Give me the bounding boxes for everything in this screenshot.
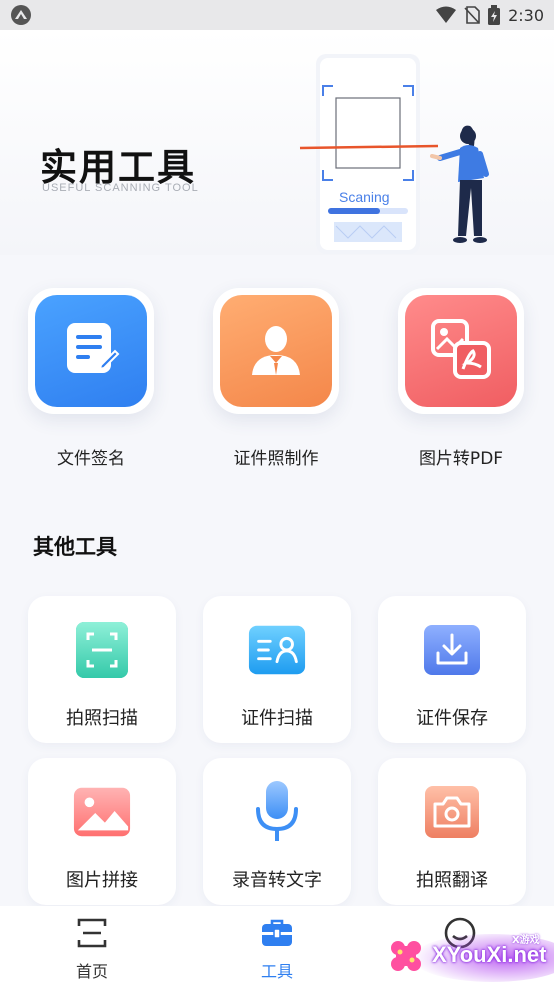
section-title: 其他工具	[33, 535, 117, 559]
feature-id-photo[interactable]: 证件照制作	[210, 288, 342, 469]
feature-file-sign[interactable]: 文件签名	[25, 288, 157, 469]
tool-id-save[interactable]: 证件保存	[378, 596, 526, 743]
nav-home[interactable]: 首页	[52, 916, 132, 982]
tool-label: 拍照翻译	[416, 870, 488, 891]
tool-label: 图片拼接	[66, 870, 138, 891]
tool-label: 证件保存	[416, 708, 488, 729]
wifi-icon	[436, 6, 457, 24]
nav-tools[interactable]: 工具	[237, 916, 317, 982]
tool-label: 录音转文字	[232, 870, 322, 891]
hero-subtitle: USEFUL SCANNING TOOL	[42, 182, 199, 194]
home-scan-icon	[75, 916, 109, 950]
nav-label: 工具	[260, 962, 293, 981]
toolbox-icon	[260, 916, 294, 950]
feature-label: 证件照制作	[233, 449, 319, 469]
tool-id-scan[interactable]: 证件扫描	[203, 596, 351, 743]
photo-scan-icon	[72, 620, 132, 680]
nav-label: 首页	[75, 962, 108, 981]
tool-label: 拍照扫描	[66, 708, 138, 729]
image-to-pdf-icon	[429, 317, 493, 385]
tool-photo-scan[interactable]: 拍照扫描	[28, 596, 176, 743]
sign-document-icon	[61, 319, 121, 383]
scan-status-text: Scaning	[339, 189, 390, 205]
person-figure	[430, 125, 489, 243]
microphone-icon	[247, 781, 307, 842]
app-notification-icon	[10, 4, 32, 26]
tool-image-stitch[interactable]: 图片拼接	[28, 758, 176, 905]
tool-voice-to-text[interactable]: 录音转文字	[203, 758, 351, 905]
id-scan-icon	[247, 620, 307, 680]
battery-icon	[488, 5, 501, 25]
image-stitch-icon	[72, 782, 132, 842]
status-time: 2:30	[508, 5, 544, 25]
camera-translate-icon	[422, 782, 482, 842]
status-bar: 2:30	[0, 0, 554, 30]
site-watermark: X游戏 XYouXi.net	[382, 928, 554, 984]
feature-image-to-pdf[interactable]: 图片转PDF	[395, 288, 527, 469]
id-photo-icon	[246, 319, 306, 383]
download-save-icon	[422, 620, 482, 680]
feature-label: 图片转PDF	[418, 449, 504, 469]
tool-label: 证件扫描	[241, 708, 313, 729]
watermark-text: XYouXi.net	[432, 942, 547, 967]
hero-banner: 实用工具 USEFUL SCANNING TOOL Scaning	[0, 30, 554, 255]
scanning-illustration: Scaning	[299, 54, 489, 254]
tool-camera-translate[interactable]: 拍照翻译	[378, 758, 526, 905]
no-sim-icon	[464, 6, 480, 24]
feature-label: 文件签名	[57, 449, 125, 469]
